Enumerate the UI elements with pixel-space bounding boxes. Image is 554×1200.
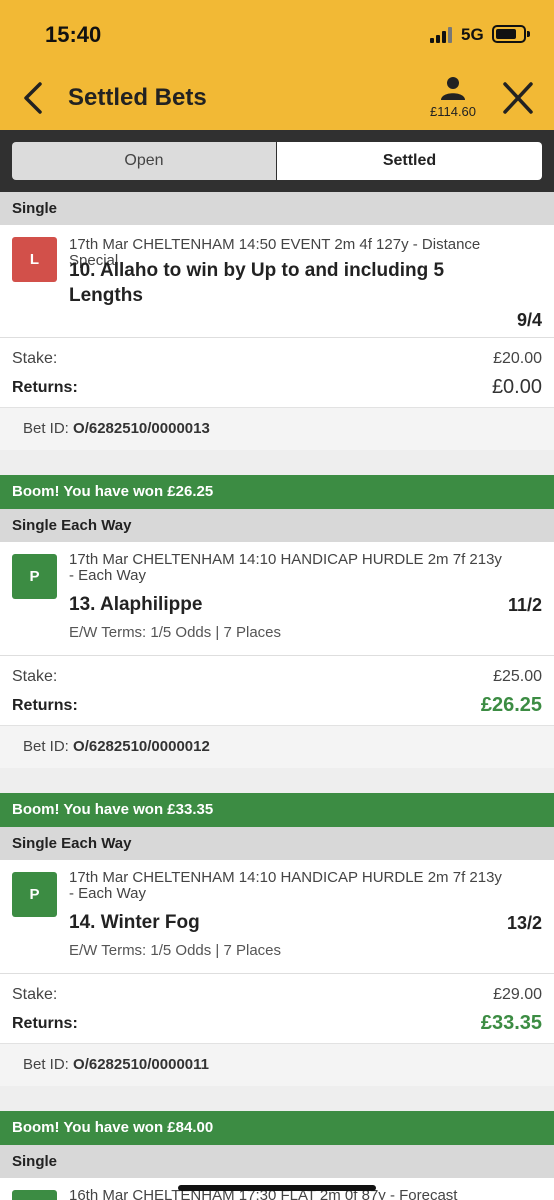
- bet-id-label: Bet ID:: [23, 1056, 69, 1073]
- close-icon: [503, 82, 533, 114]
- event-description: 17th Mar CHELTENHAM 14:10 HANDICAP HURDL…: [69, 551, 502, 584]
- stake-value: £29.00: [493, 986, 542, 1003]
- stake-value: £20.00: [493, 350, 542, 367]
- user-icon: [441, 77, 465, 100]
- placed-badge: P: [12, 872, 57, 917]
- returns-value: £26.25: [480, 694, 542, 716]
- stake-label: Stake:: [12, 668, 58, 685]
- selection-row[interactable]: P 17th Mar CHELTENHAM 14:10 HANDICAP HUR…: [0, 542, 554, 656]
- returns-value: £33.35: [480, 1012, 542, 1034]
- odds: 9/4: [516, 310, 542, 330]
- win-banner: Boom! You have won £26.25: [0, 475, 554, 509]
- account-button[interactable]: £114.60: [420, 76, 486, 122]
- bet-id-value: O/6282510/0000013: [73, 420, 210, 437]
- odds: 13/2: [506, 913, 542, 933]
- returns-label: Returns:: [12, 1015, 78, 1032]
- win-banner: Boom! You have won £84.00: [0, 1111, 554, 1145]
- battery-icon: [492, 25, 530, 43]
- returns-label: Returns:: [12, 697, 78, 714]
- bet-id-label: Bet ID:: [23, 738, 69, 755]
- bet-card: Single L 17th Mar CHELTENHAM 14:50 EVENT…: [0, 192, 554, 450]
- bet-card: Boom! You have won £33.35 Single Each Wa…: [0, 793, 554, 1086]
- bet-id-value: O/6282510/0000012: [73, 738, 210, 755]
- tab-bar: Open Settled: [0, 130, 554, 192]
- bet-card: Boom! You have won £26.25 Single Each Wa…: [0, 475, 554, 768]
- tab-open[interactable]: Open: [12, 142, 276, 180]
- bet-id-value: O/6282510/0000011: [73, 1056, 209, 1073]
- stake-label: Stake:: [12, 986, 58, 1003]
- lost-badge: L: [12, 237, 57, 282]
- bet-id-label: Bet ID:: [23, 420, 69, 437]
- back-chevron-icon: [24, 82, 42, 114]
- bet-id-row: Bet ID: O/6282510/0000013: [0, 408, 554, 450]
- selection-row[interactable]: P 17th Mar CHELTENHAM 14:10 HANDICAP HUR…: [0, 860, 554, 974]
- bet-type: Single: [0, 192, 554, 225]
- win-banner: Boom! You have won £33.35: [0, 793, 554, 827]
- signal-icon: [430, 27, 454, 43]
- selection-name: 14. Winter Fog: [69, 912, 200, 933]
- bet-amounts: Stake: £29.00 Returns: £33.35: [0, 974, 554, 1044]
- returns-value: £0.00: [491, 376, 542, 398]
- home-indicator[interactable]: [178, 1185, 376, 1191]
- bet-type: Single Each Way: [0, 827, 554, 860]
- odds: 11/2: [507, 595, 542, 615]
- event-description: 17th Mar CHELTENHAM 14:10 HANDICAP HURDL…: [69, 869, 502, 902]
- tab-settled[interactable]: Settled: [277, 142, 542, 180]
- status-time: 15:40: [45, 22, 102, 47]
- back-button[interactable]: [16, 78, 52, 118]
- stake-label: Stake:: [12, 350, 58, 367]
- ew-terms: E/W Terms: 1/5 Odds | 7 Places: [69, 624, 282, 641]
- page-title: Settled Bets: [68, 84, 207, 111]
- bet-type: Single Each Way: [0, 509, 554, 542]
- network-type: 5G: [461, 25, 484, 44]
- selection-name: 10. Allaho to win by Up to and including…: [69, 260, 445, 306]
- ew-terms: E/W Terms: 1/5 Odds | 7 Places: [69, 942, 282, 959]
- selection-row[interactable]: L 17th Mar CHELTENHAM 14:50 EVENT 2m 4f …: [0, 225, 554, 338]
- account-balance: £114.60: [429, 104, 477, 119]
- bet-type: Single: [0, 1145, 554, 1178]
- bet-id-row: Bet ID: O/6282510/0000012: [0, 726, 554, 768]
- stake-value: £25.00: [493, 668, 542, 685]
- returns-label: Returns:: [12, 379, 78, 396]
- bet-id-row: Bet ID: O/6282510/0000011: [0, 1044, 554, 1086]
- placed-badge: P: [12, 554, 57, 599]
- selection-name: 13. Alaphilippe: [69, 594, 203, 615]
- bet-amounts: Stake: £20.00 Returns: £0.00: [0, 338, 554, 408]
- placed-badge: P: [12, 1190, 57, 1200]
- app-header: 15:40 5G Settled Bets £114.60: [0, 0, 554, 130]
- bet-amounts: Stake: £25.00 Returns: £26.25: [0, 656, 554, 726]
- close-button[interactable]: [498, 80, 538, 116]
